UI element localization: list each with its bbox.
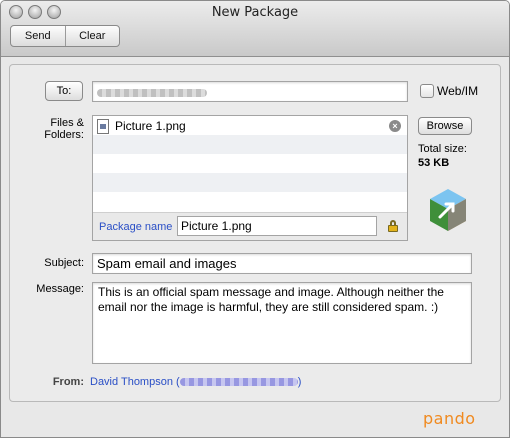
total-size-label: Total size: — [418, 143, 467, 155]
empty-file-row — [93, 192, 407, 212]
subject-label: Subject: — [44, 257, 84, 269]
toolbar-segmented-control: Send Clear — [10, 25, 120, 47]
message-label: Message: — [36, 283, 84, 295]
send-button[interactable]: Send — [11, 26, 65, 46]
to-field[interactable] — [92, 81, 408, 102]
empty-file-row — [93, 135, 407, 154]
sender-close-paren: ) — [297, 376, 302, 388]
package-form-panel: To: Web/IM Files & Folders: Picture 1.pn… — [9, 64, 501, 402]
redacted-recipient — [97, 89, 207, 97]
total-size-value: 53 KB — [418, 157, 450, 169]
remove-file-icon[interactable]: × — [389, 120, 401, 132]
files-list[interactable]: Picture 1.png × Package name Picture 1.p… — [92, 115, 408, 241]
lock-icon[interactable] — [388, 220, 398, 232]
package-name-field[interactable]: Picture 1.png — [177, 216, 377, 236]
sender-name: David Thompson — [90, 376, 173, 388]
window-title: New Package — [211, 5, 299, 20]
web-im-label: Web/IM — [437, 84, 479, 98]
browse-button[interactable]: Browse — [418, 117, 472, 135]
pando-package-icon — [430, 189, 466, 231]
web-im-checkbox[interactable] — [420, 84, 434, 98]
package-name-label: Package name — [99, 221, 173, 233]
from-sender[interactable]: David Thompson () — [90, 376, 301, 388]
title-bar: New Package Send Clear — [1, 1, 509, 57]
files-label-line1: Files & — [50, 117, 84, 129]
image-file-icon — [97, 119, 109, 134]
pando-brand-logo: pando — [423, 409, 476, 428]
subject-field[interactable]: Spam email and images — [92, 253, 472, 274]
files-label-line2: Folders: — [44, 129, 84, 141]
file-name: Picture 1.png — [115, 119, 186, 133]
message-field[interactable]: This is an official spam message and ima… — [92, 282, 472, 364]
from-label: From: — [52, 376, 84, 388]
clear-button[interactable]: Clear — [64, 26, 120, 46]
redacted-sender-email — [179, 378, 298, 387]
new-package-window: New Package Send Clear To: Web/IM Files … — [0, 0, 510, 438]
empty-file-row — [93, 173, 407, 192]
to-button[interactable]: To: — [45, 81, 83, 101]
files-folders-label: Files & Folders: — [38, 117, 84, 141]
empty-file-row — [93, 154, 407, 173]
file-list-item[interactable]: Picture 1.png × — [93, 116, 407, 135]
package-name-bar: Package name Picture 1.png — [93, 212, 407, 240]
